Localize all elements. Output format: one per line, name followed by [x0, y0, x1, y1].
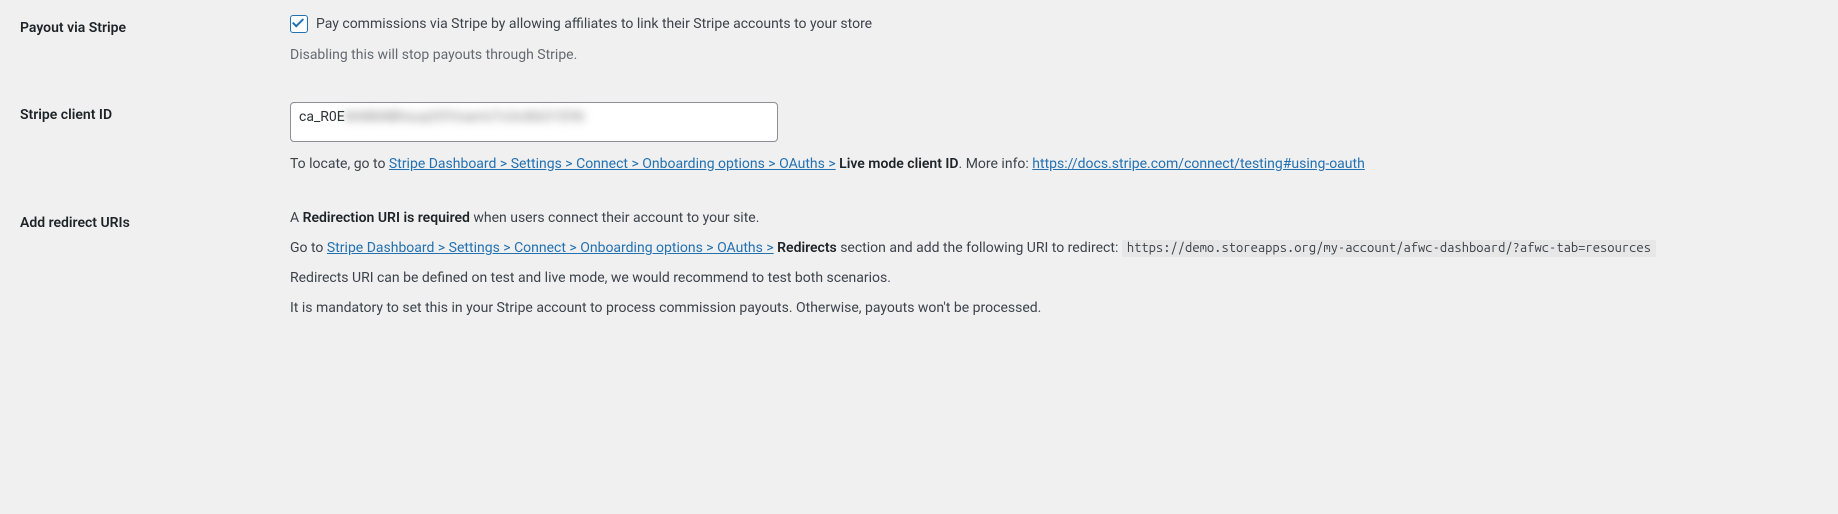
row-stripe-client-id: Stripe client ID ca_R0ENrMbNBhsuqV0Yinam… [0, 87, 1838, 196]
stripe-docs-link[interactable]: https://docs.stripe.com/connect/testing#… [1032, 156, 1365, 172]
text: section and add the following URI to red… [837, 240, 1122, 256]
stripe-client-id-input[interactable] [290, 102, 778, 142]
redirect-uris-p1: A Redirection URI is required when users… [290, 210, 1818, 226]
payout-via-stripe-checkbox-wrap[interactable]: Pay commissions via Stripe by allowing a… [290, 15, 872, 33]
redirect-uris-p3: Redirects URI can be defined on test and… [290, 270, 1818, 286]
payout-via-stripe-description: Disabling this will stop payouts through… [290, 45, 1818, 67]
text: Go to [290, 240, 327, 256]
label-payout-via-stripe: Payout via Stripe [0, 0, 290, 87]
text: when users connect their account to your… [470, 210, 759, 226]
desc-text: To locate, go to [290, 156, 389, 172]
redirects-strong: Redirects [777, 240, 837, 256]
stripe-client-id-description: To locate, go to Stripe Dashboard > Sett… [290, 154, 1818, 176]
text: A [290, 210, 303, 226]
row-add-redirect-uris: Add redirect URIs A Redirection URI is r… [0, 195, 1838, 336]
payout-via-stripe-checkbox[interactable] [290, 15, 308, 33]
live-mode-client-id-strong: Live mode client ID [839, 156, 958, 172]
redirect-uris-p2: Go to Stripe Dashboard > Settings > Conn… [290, 240, 1818, 256]
redirection-uri-required-strong: Redirection URI is required [303, 210, 470, 226]
stripe-dashboard-oauths-link-2[interactable]: Stripe Dashboard > Settings > Connect > … [327, 240, 774, 256]
settings-table: Payout via Stripe Pay commissions via St… [0, 0, 1838, 336]
label-add-redirect-uris: Add redirect URIs [0, 195, 290, 336]
stripe-client-id-input-wrap: ca_R0ENrMbNBhsuqV0YinamU7x3c86iO1E96 [290, 102, 778, 142]
stripe-dashboard-oauths-link[interactable]: Stripe Dashboard > Settings > Connect > … [389, 156, 836, 172]
payout-via-stripe-checkbox-label: Pay commissions via Stripe by allowing a… [316, 16, 872, 32]
redirect-uris-p4: It is mandatory to set this in your Stri… [290, 300, 1818, 316]
label-stripe-client-id: Stripe client ID [0, 87, 290, 196]
redirect-uri-code: https://demo.storeapps.org/my-account/af… [1122, 240, 1656, 257]
desc-text: . More info: [959, 156, 1033, 172]
row-payout-via-stripe: Payout via Stripe Pay commissions via St… [0, 0, 1838, 87]
